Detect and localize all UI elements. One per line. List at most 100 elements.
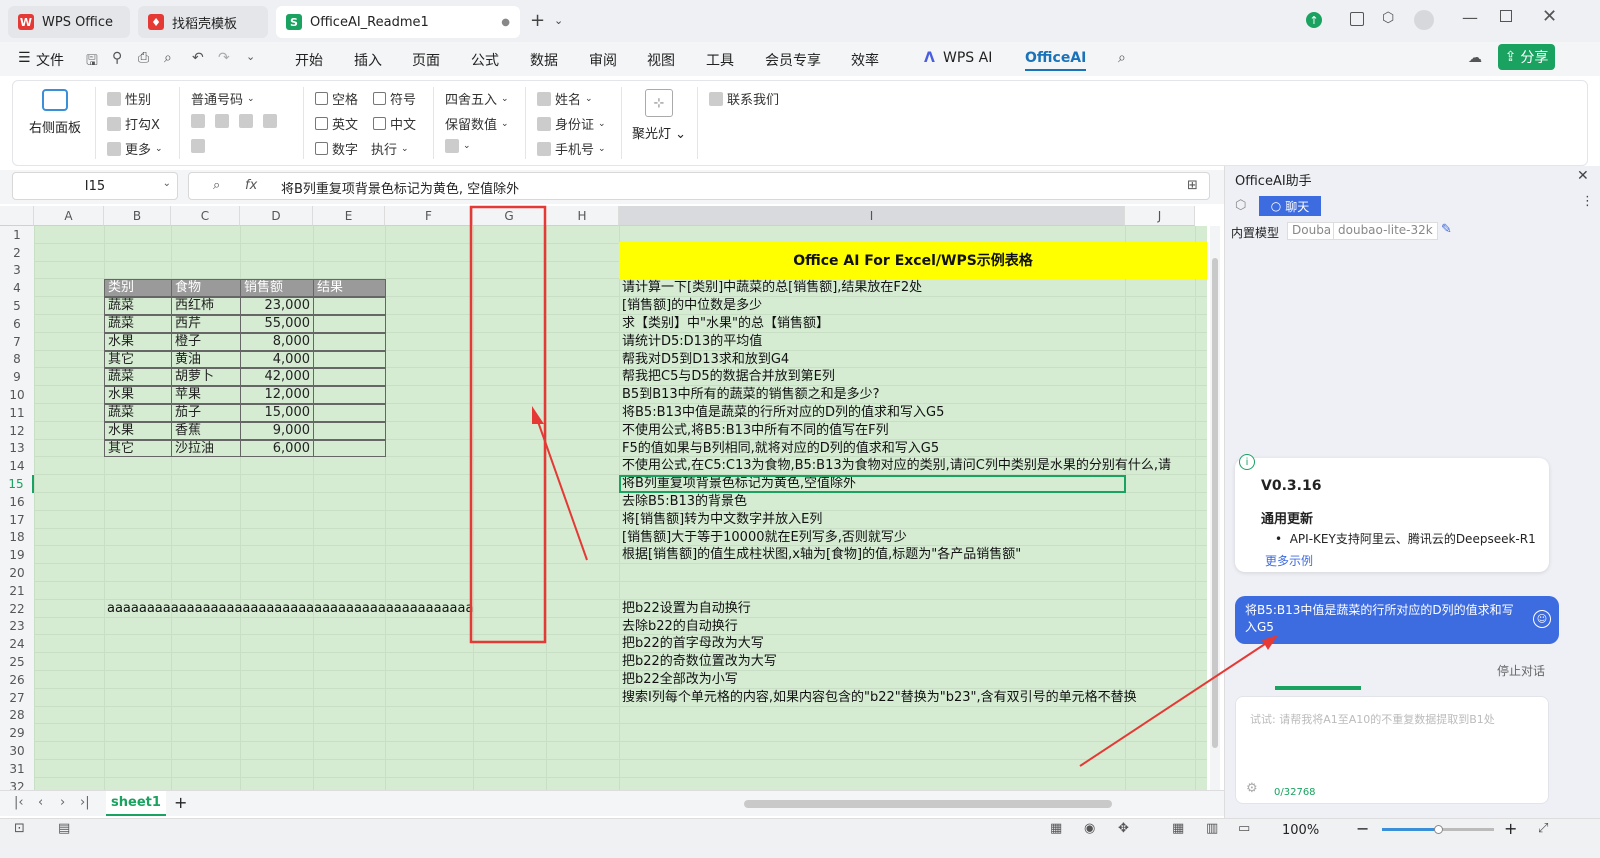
prompt-cell[interactable]: 不使用公式,在C5:C13为食物,B5:B13为食物对应的类别,请问C列中类别是… <box>622 457 1171 474</box>
table-cell[interactable]: 55,000 <box>240 315 314 333</box>
table-cell[interactable] <box>313 386 386 404</box>
column-header[interactable]: F <box>385 206 473 226</box>
table-header-cell[interactable]: 类别 <box>104 279 172 298</box>
prompt-cell[interactable]: 搜索I列每个单元格的内容,如果内容包含的"b22"替换为"b23",含有双引号的… <box>622 689 1137 706</box>
format-yuan-icon[interactable] <box>263 114 277 128</box>
row-header[interactable]: 29 <box>0 724 34 743</box>
right-panel-button[interactable]: 右侧面板 <box>29 89 81 149</box>
expand-formula-icon[interactable]: ⊞ <box>1187 178 1198 193</box>
prompt-cell[interactable]: 帮我把C5与D5的数据合并放到第E列 <box>622 368 835 385</box>
last-sheet-icon[interactable]: ›| <box>80 795 90 810</box>
table-cell[interactable] <box>313 404 386 422</box>
table-cell[interactable] <box>313 439 386 458</box>
name-box[interactable]: I15 ⌄ <box>12 172 178 200</box>
prompt-cell[interactable]: 把b22全部改为小写 <box>622 671 738 688</box>
prompt-cell[interactable]: 根据[销售额]的值生成柱状图,x轴为[食物]的值,标题为"各产品销售额" <box>622 546 1021 563</box>
redo-icon[interactable]: ↷ <box>218 50 230 66</box>
row-header[interactable]: 22 <box>0 599 34 618</box>
row-header[interactable]: 11 <box>0 404 34 422</box>
table-cell[interactable]: 西芹 <box>171 315 241 333</box>
prompt-cell[interactable]: 把b22的奇数位置改为大写 <box>622 653 777 670</box>
row-header[interactable]: 1 <box>0 226 34 244</box>
formula-content[interactable]: 将B列重复项背景色标记为黄色, 空值除外 <box>281 178 519 197</box>
prompt-cell[interactable]: 去除b22的自动换行 <box>622 618 738 635</box>
english-checkbox[interactable]: 英文 <box>315 114 358 133</box>
cube-icon[interactable]: ⬡ <box>1382 10 1394 26</box>
column-header[interactable]: B <box>104 206 171 226</box>
symbol-checkbox[interactable]: 符号 <box>373 89 416 108</box>
model-vendor-select[interactable]: Douba <box>1287 222 1337 240</box>
table-cell[interactable]: 橙子 <box>171 332 241 351</box>
row-header[interactable]: 31 <box>0 760 34 778</box>
table-cell[interactable]: 苹果 <box>171 386 241 404</box>
row-header[interactable]: 8 <box>0 350 34 369</box>
next-sheet-icon[interactable]: › <box>60 795 65 810</box>
minimize-icon[interactable]: — <box>1462 8 1478 27</box>
page-icon[interactable]: ▤ <box>58 821 70 836</box>
formula-input-box[interactable]: ⌕ fx 将B列重复项背景色标记为黄色, 空值除外 ⊞ <box>188 172 1210 200</box>
table-cell[interactable]: 其它 <box>104 350 172 369</box>
row-header[interactable]: 10 <box>0 386 34 404</box>
selected-cell[interactable] <box>619 475 1126 493</box>
column-header[interactable]: C <box>171 206 240 226</box>
stop-button[interactable]: 停止对话 <box>1497 662 1545 679</box>
table-cell[interactable]: 香蕉 <box>171 421 241 440</box>
chevron-down-icon[interactable]: ⌄ <box>554 14 563 27</box>
row-header[interactable]: 26 <box>0 671 34 689</box>
space-checkbox[interactable]: 空格 <box>315 89 358 108</box>
table-header-cell[interactable]: 销售额 <box>240 279 314 298</box>
hamburger-icon[interactable]: ☰ <box>18 50 31 66</box>
read-view-icon[interactable]: ▥ <box>1206 821 1218 836</box>
column-header[interactable]: I <box>619 206 1125 226</box>
row-header[interactable]: 15 <box>0 475 34 493</box>
prompt-cell[interactable]: 将[销售额]转为中文数字并放入E列 <box>622 511 822 528</box>
column-header[interactable]: H <box>546 206 619 226</box>
macro-icon[interactable]: ⊡ <box>14 821 25 836</box>
more-button[interactable]: 更多 ⌄ <box>107 139 163 158</box>
tab-wps-office[interactable]: W WPS Office <box>8 6 130 38</box>
spreadsheet-grid[interactable]: A B C D E F G H I J 1 2 3 4 5 6 7 8 9 10 11 12 13 14 15 16 17 18 19 2… <box>0 206 1230 804</box>
phone-dropdown[interactable]: 手机号 ⌄ <box>537 139 606 158</box>
maximize-icon[interactable] <box>1500 10 1512 22</box>
prompt-cell[interactable]: 把b22的首字母改为大写 <box>622 635 764 652</box>
row-header[interactable]: 24 <box>0 635 34 654</box>
new-tab-icon[interactable]: + <box>530 10 545 31</box>
table-cell[interactable]: 15,000 <box>240 404 314 422</box>
execute-dropdown[interactable]: 执行 ⌄ <box>371 139 409 158</box>
menu-file[interactable]: 文件 <box>36 50 64 70</box>
print-icon[interactable]: ⎙ <box>138 50 149 66</box>
row-header[interactable]: 3 <box>0 261 34 280</box>
banner-cell[interactable]: Office AI For Excel/WPS示例表格 <box>619 241 1207 279</box>
cloud-upload-icon[interactable]: ☁ <box>1468 50 1482 66</box>
save-icon[interactable]: 🖫 <box>86 50 98 74</box>
page-break-icon[interactable]: ▭ <box>1238 821 1250 836</box>
add-dropdown[interactable]: ⌄ <box>445 139 471 153</box>
table-cell[interactable]: 蔬菜 <box>104 297 172 315</box>
table-cell[interactable] <box>313 315 386 333</box>
keep-value-dropdown[interactable]: 保留数值 ⌄ <box>445 114 509 133</box>
prompt-cell[interactable]: 求【类别】中"水果"的总【销售额】 <box>622 315 829 332</box>
prev-sheet-icon[interactable]: ‹ <box>38 795 43 810</box>
table-cell[interactable]: 西红柿 <box>171 297 241 315</box>
table-cell[interactable]: 23,000 <box>240 297 314 315</box>
fullscreen-icon[interactable]: ⤢ <box>1538 821 1548 836</box>
row-header[interactable]: 28 <box>0 706 34 725</box>
table-header-cell[interactable]: 食物 <box>171 279 241 298</box>
undo-icon[interactable]: ↶ <box>192 50 204 66</box>
prompt-cell[interactable]: [销售额]大于等于10000就在E列写多,否则就写少 <box>622 529 907 546</box>
menu-formula[interactable]: 公式 <box>471 50 499 70</box>
fx-icon[interactable]: fx <box>245 178 257 193</box>
tick-button[interactable]: 打勾X <box>107 114 160 133</box>
table-cell[interactable]: 水果 <box>104 421 172 440</box>
row-header[interactable]: 25 <box>0 653 34 671</box>
row-header[interactable]: 7 <box>0 332 34 351</box>
row-header[interactable]: 4 <box>0 279 34 298</box>
table-cell[interactable] <box>313 421 386 440</box>
format-dot-icon[interactable] <box>239 114 253 128</box>
table-cell[interactable]: 42,000 <box>240 368 314 387</box>
table-cell[interactable]: 胡萝卜 <box>171 368 241 387</box>
close-icon[interactable]: ✕ <box>1542 6 1557 27</box>
table-cell[interactable]: 蔬菜 <box>104 315 172 333</box>
menu-efficiency[interactable]: 效率 <box>851 50 879 70</box>
row-header[interactable]: 2 <box>0 243 34 262</box>
